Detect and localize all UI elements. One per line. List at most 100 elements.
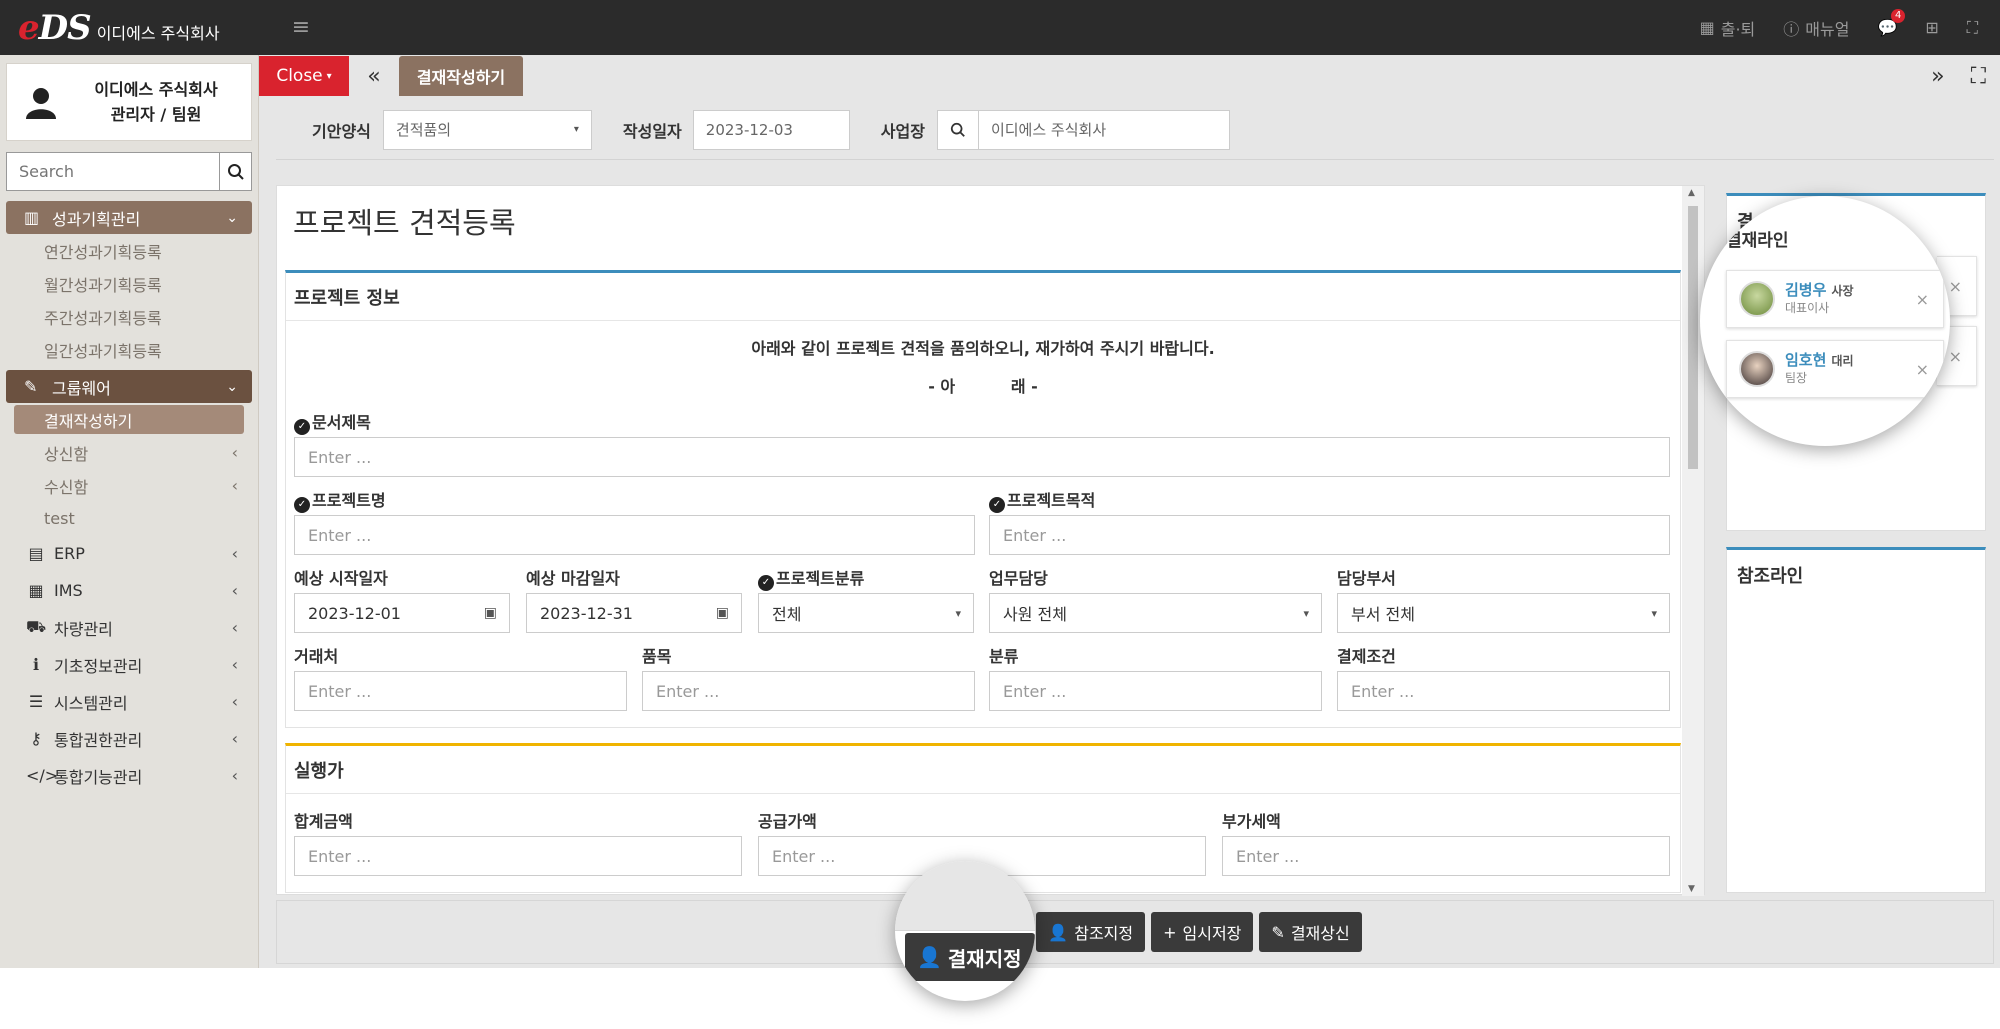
menu-group-performance[interactable]: ▥ 성과기획관리 ⌄ — [6, 201, 252, 234]
check-circle-icon: ✓ — [294, 419, 310, 435]
user-profile[interactable]: 이디에스 주식회사 관리자 / 팀원 — [6, 63, 252, 141]
temp-save-button[interactable]: + 임시저장 — [1151, 912, 1254, 952]
menu-item-test[interactable]: test — [0, 502, 258, 535]
class-input[interactable]: Enter ... — [989, 671, 1322, 711]
end-date-value: 2023-12-31 — [540, 603, 633, 623]
category-select[interactable]: 전체 ▾ — [758, 593, 974, 633]
menu-item-permission[interactable]: ⚷ 통합권한관리 ‹ — [0, 720, 258, 757]
reference-assign-button[interactable]: 👤 참조지정 — [1036, 912, 1146, 952]
brand[interactable]: eDS 이디에스 주식회사 — [0, 0, 259, 55]
chevron-left-icon: ‹ — [231, 443, 238, 462]
dept-value: 부서 전체 — [1351, 605, 1415, 624]
menu-item-label: 통합권한관리 — [54, 730, 143, 750]
project-purpose-input[interactable]: Enter ... — [989, 515, 1670, 555]
end-date-input[interactable]: 2023-12-31 ▣ — [526, 593, 742, 633]
scroll-down-arrow[interactable]: ▼ — [1688, 884, 1695, 894]
remove-approver-icon[interactable]: × — [1916, 290, 1929, 309]
item-input[interactable]: Enter ... — [642, 671, 975, 711]
menu-item-inbox[interactable]: 수신함 ‹ — [0, 469, 258, 502]
checkout-button[interactable]: ▦ 출·퇴 — [1700, 16, 1756, 40]
check-circle-icon: ✓ — [758, 575, 774, 591]
profile-text: 이디에스 주식회사 관리자 / 팀원 — [61, 77, 251, 127]
date-input[interactable]: 2023-12-03 — [692, 109, 850, 150]
manager-label: 업무담당 — [989, 569, 1048, 588]
clipboard-icon: ▤ — [28, 544, 44, 563]
menu-item-system[interactable]: ☰ 시스템관리 ‹ — [0, 683, 258, 720]
site-label: 사업장 — [880, 121, 925, 141]
date-label: 작성일자 — [622, 121, 682, 141]
start-date-label: 예상 시작일자 — [294, 569, 388, 588]
top-right-toolbar: ▦ 출·퇴 ⓘ 매뉴얼 💬 4 ⊞ ⛶ — [1700, 9, 2000, 40]
expand-icon: ⛶ — [1966, 17, 1978, 37]
hamburger-menu-icon[interactable]: ≡ — [281, 8, 321, 48]
menu-item-daily-plan[interactable]: 일간성과기획등록 — [0, 333, 258, 366]
chevron-left-icon: ‹ — [231, 766, 238, 785]
dept-select[interactable]: 부서 전체 ▾ — [1337, 593, 1670, 633]
tab-write-approval[interactable]: 결재작성하기 — [399, 56, 523, 96]
remove-approver-icon[interactable]: × — [1916, 360, 1929, 379]
menu-item-erp[interactable]: ▤ ERP ‹ — [0, 535, 258, 572]
approval-assign-magnifier: 👤 결재지정 — [895, 861, 1035, 1001]
menu-item-annual-plan[interactable]: 연간성과기획등록 — [0, 234, 258, 267]
manager-select[interactable]: 사원 전체 ▾ — [989, 593, 1322, 633]
menu-item-write-approval[interactable]: 결재작성하기 — [14, 405, 244, 434]
total-amount-input[interactable]: Enter ... — [294, 836, 742, 876]
tab-right-controls: » ⛶ — [1931, 64, 2000, 89]
site-input[interactable]: 이디에스 주식회사 — [978, 109, 1230, 150]
grid-button[interactable]: ⊞ — [1925, 18, 1938, 37]
close-dropdown-button[interactable]: Close ▾ — [259, 56, 349, 96]
user-plus-icon: 👤 — [1048, 922, 1069, 942]
approval-line-magnifier: 결재라인 김병우 사장 대표이사 × 임호현 대리 팀장 × — [1700, 196, 1950, 446]
scrollbar[interactable]: ▲ ▼ — [1682, 186, 1704, 896]
form-type-select[interactable]: 견적품의 ▾ — [382, 109, 592, 150]
action-bar: 결재지정 👤 참조지정 + 임시저장 ✎ 결재상신 — [276, 900, 1994, 964]
project-name-input[interactable]: Enter ... — [294, 515, 975, 555]
double-chevron-right-icon[interactable]: » — [1931, 64, 1944, 89]
menu-group-groupware[interactable]: ✎ 그룹웨어 ⌄ — [6, 370, 252, 403]
vat-amount-input[interactable]: Enter ... — [1222, 836, 1670, 876]
chart-icon: ▥ — [24, 208, 40, 227]
menu-item-basic-info[interactable]: ℹ 기초정보관리 ‹ — [0, 646, 258, 683]
supply-amount-label: 공급가액 — [758, 812, 817, 831]
search-button[interactable] — [220, 152, 252, 191]
sidebar-menu: ▥ 성과기획관리 ⌄ 연간성과기획등록 월간성과기획등록 주간성과기획등록 일간… — [0, 201, 258, 794]
close-icon[interactable]: × — [1949, 277, 1962, 296]
project-name-label: ✓ 프로젝트명 — [294, 487, 386, 513]
search-input[interactable] — [6, 152, 220, 191]
approval-assign-label: 결재지정 — [947, 946, 1022, 971]
start-date-input[interactable]: 2023-12-01 ▣ — [294, 593, 510, 633]
top-bar: eDS 이디에스 주식회사 ≡ ▦ 출·퇴 ⓘ 매뉴얼 💬 4 ⊞ ⛶ — [0, 0, 2000, 55]
menu-item-ims[interactable]: ▦ IMS ‹ — [0, 572, 258, 609]
menu-item-monthly-plan[interactable]: 월간성과기획등록 — [0, 267, 258, 300]
payment-input[interactable]: Enter ... — [1337, 671, 1670, 711]
calendar-icon: ▦ — [1699, 18, 1715, 37]
scroll-up-arrow[interactable]: ▲ — [1688, 188, 1695, 198]
manual-button[interactable]: ⓘ 매뉴얼 — [1783, 16, 1849, 40]
fullscreen-button[interactable]: ⛶ — [1967, 18, 1978, 38]
client-input[interactable]: Enter ... — [294, 671, 627, 711]
menu-item-weekly-plan[interactable]: 주간성과기획등록 — [0, 300, 258, 333]
edit-icon: ✎ — [24, 377, 38, 396]
approver-card[interactable]: 임호현 대리 팀장 × — [1726, 340, 1944, 398]
caret-down-icon: ▾ — [955, 606, 961, 620]
approver-card[interactable]: 김병우 사장 대표이사 × — [1726, 270, 1944, 328]
menu-item-functions[interactable]: </> 통합기능관리 ‹ — [0, 757, 258, 794]
chevron-left-icon: ‹ — [231, 618, 238, 637]
below-text: - 아 래 - — [928, 377, 1038, 396]
fullscreen-icon[interactable]: ⛶ — [1971, 64, 1986, 89]
reference-assign-label: 참조지정 — [1074, 924, 1134, 943]
scroll-thumb[interactable] — [1688, 206, 1698, 469]
menu-item-vehicle[interactable]: ⛟ 차량관리 ‹ — [0, 609, 258, 646]
close-icon[interactable]: × — [1949, 347, 1962, 366]
menu-item-outbox[interactable]: 상신함 ‹ — [0, 436, 258, 469]
notification-button[interactable]: 💬 4 — [1877, 9, 1906, 37]
menu-item-label: IMS — [54, 581, 83, 600]
approval-assign-button-zoomed[interactable]: 👤 결재지정 — [905, 933, 1035, 981]
menu-item-label: ERP — [54, 544, 85, 563]
menu-item-label: 차량관리 — [54, 619, 113, 639]
scroll-tabs-left-button[interactable]: « — [349, 64, 399, 89]
doc-title-input[interactable]: Enter ... — [294, 437, 1670, 477]
submit-approval-button[interactable]: ✎ 결재상신 — [1259, 912, 1362, 952]
site-search-button[interactable] — [936, 109, 979, 150]
edit-icon: ✎ — [1271, 922, 1285, 942]
